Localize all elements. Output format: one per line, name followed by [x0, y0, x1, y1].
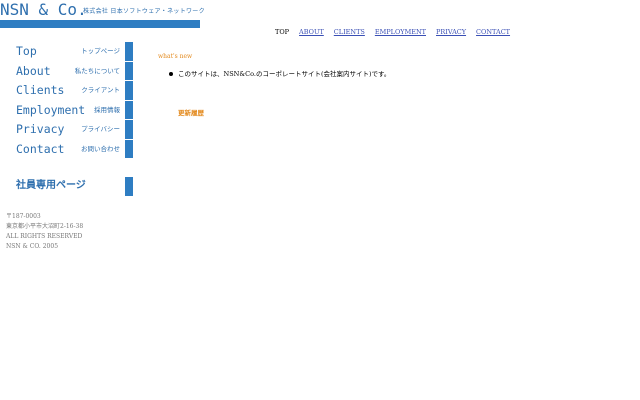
- sidenav-label-en: About: [16, 63, 51, 78]
- copyright-text: NSN & CO. 2005: [6, 243, 59, 250]
- top-nav: TOP ABOUT CLIENTS EMPLOYMENT PRIVACY CON…: [275, 27, 520, 37]
- sidenav-label-jp: クライアント: [81, 86, 120, 94]
- logo-bar: [0, 20, 200, 28]
- sidenav-label-jp: トップページ: [81, 47, 120, 55]
- company-address: 〒187-0003 東京都小平市大沼町2-16-38 ALL RIGHTS RE…: [6, 212, 83, 252]
- rights-text: ALL RIGHTS RESERVED: [6, 233, 83, 240]
- postal-code: 〒187-0003: [6, 213, 41, 220]
- logo[interactable]: NSN & Co.: [0, 0, 87, 20]
- topnav-contact[interactable]: CONTACT: [476, 27, 510, 37]
- sidenav-item-clients[interactable]: Clients クライアント: [0, 81, 134, 101]
- sidenav-label-en: Contact: [16, 141, 65, 156]
- sidenav-tab: [125, 120, 133, 139]
- sidenav-label-jp: お問い合わせ: [81, 144, 120, 153]
- whats-new-heading: what's new: [158, 53, 193, 60]
- news-list: このサイトは、NSN&Co.のコーポレートサイト(会社案内サイト)です。: [168, 70, 391, 78]
- sidenav-item-privacy[interactable]: Privacy プライバシー: [0, 120, 134, 140]
- sidenav-label-en: Privacy: [16, 122, 65, 136]
- sidenav-tab: [125, 61, 133, 80]
- sidenav-item-about[interactable]: About 私たちについて: [0, 61, 134, 82]
- topnav-employment[interactable]: EMPLOYMENT: [375, 27, 426, 37]
- staff-page-tab: [125, 177, 133, 196]
- sidenav-label-jp: 私たちについて: [74, 66, 120, 75]
- sidenav-item-top[interactable]: Top トップページ: [0, 42, 134, 62]
- sidenav-label-en: Clients: [16, 83, 65, 97]
- sidenav-item-contact[interactable]: Contact お問い合わせ: [0, 139, 134, 160]
- topnav-clients[interactable]: CLIENTS: [334, 27, 365, 37]
- news-item: このサイトは、NSN&Co.のコーポレートサイト(会社案内サイト)です。: [168, 70, 391, 78]
- sidenav-tab: [125, 100, 133, 119]
- sidenav-label-jp: 採用情報: [94, 105, 120, 114]
- sidenav-tab: [125, 139, 133, 158]
- sidenav-label-en: Employment: [16, 102, 86, 117]
- topnav-top[interactable]: TOP: [275, 27, 289, 37]
- sidenav-tab: [125, 42, 133, 61]
- topnav-about[interactable]: ABOUT: [299, 27, 324, 37]
- company-name: 株式会社 日本ソフトウェア・ネットワーク: [83, 8, 205, 15]
- staff-page-label: 社員専用ページ: [16, 180, 86, 191]
- sidenav-item-employment[interactable]: Employment 採用情報: [0, 100, 134, 121]
- topnav-privacy[interactable]: PRIVACY: [436, 27, 466, 37]
- sidenav-tab: [125, 81, 133, 100]
- side-nav: Top トップページ About 私たちについて Clients クライアント …: [0, 42, 134, 159]
- street-address: 東京都小平市大沼町2-16-38: [6, 223, 84, 230]
- staff-page-link[interactable]: 社員専用ページ: [0, 177, 134, 196]
- sidenav-label-en: Top: [16, 44, 37, 58]
- sidenav-label-jp: プライバシー: [81, 125, 120, 133]
- update-history-link[interactable]: 更新履歴: [178, 109, 204, 117]
